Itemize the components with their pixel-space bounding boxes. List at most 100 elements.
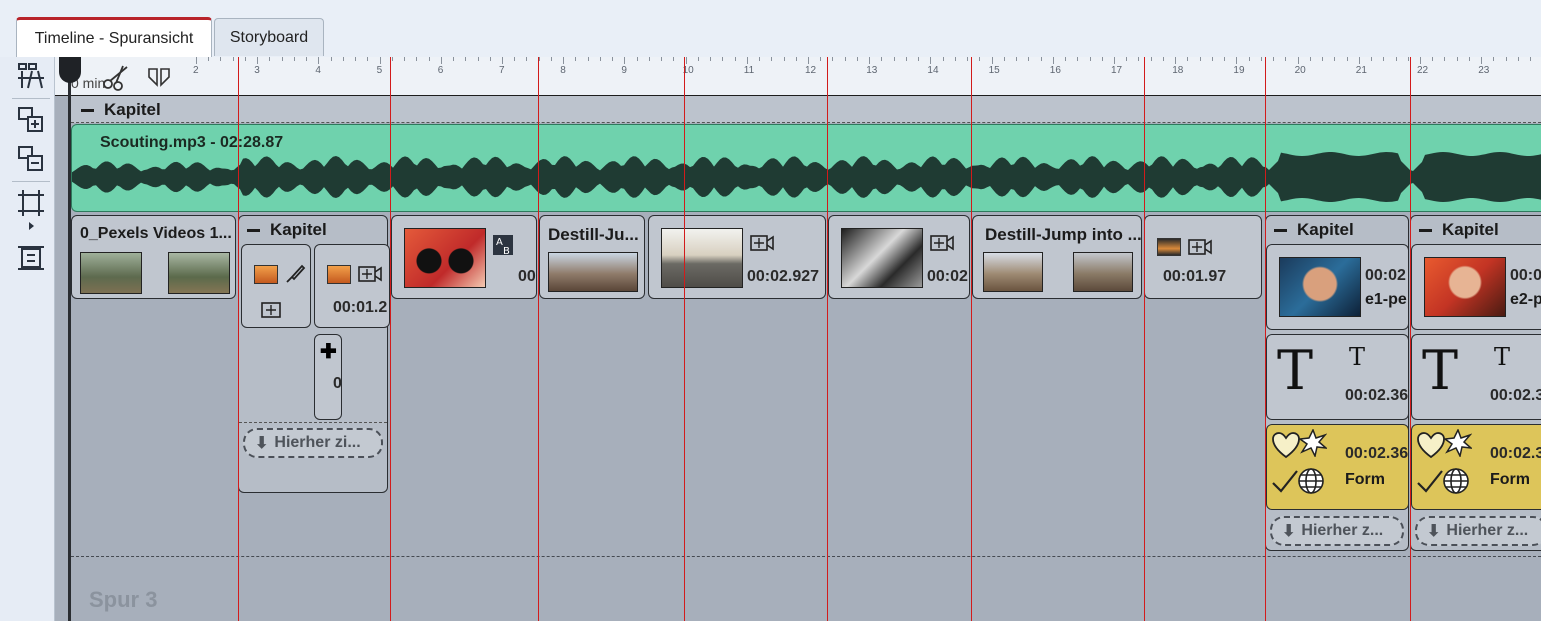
ruler-tick-label: 13 xyxy=(866,65,878,76)
playhead-handle[interactable] xyxy=(59,57,81,83)
ruler-tick xyxy=(293,57,295,61)
video-clip-road[interactable]: 00:02.927 xyxy=(648,215,826,299)
ruler-tick xyxy=(1175,57,1177,64)
ruler-tick xyxy=(379,57,381,64)
chapter-group-9[interactable]: Kapitel 00:02 e1-pe T T 00:02.36 00:02.3… xyxy=(1265,215,1409,551)
brush-icon xyxy=(284,263,306,290)
ruler-tick xyxy=(587,57,589,61)
arrow-down-icon: ⬇ xyxy=(255,435,269,452)
timeline-area[interactable]: 0 min 2 3 4 5 6 7 8 9 10 11 12 13 14 15 16 17 18 19 20 21 22… xyxy=(55,57,1541,621)
video-clip-sunglasses[interactable]: AB 00:02 xyxy=(391,215,537,299)
drop-here-zone[interactable]: ⬇ Hierher zi... xyxy=(243,428,383,458)
clip-thumbnail xyxy=(254,265,278,284)
chapter-bar[interactable]: Kapitel xyxy=(71,96,1541,123)
timeline-marker[interactable] xyxy=(1144,57,1145,621)
form-clip[interactable]: 00:02.36 Form xyxy=(1266,424,1409,510)
add-sub-clip[interactable]: ✚ 0 xyxy=(314,334,342,420)
video-clip-portrait[interactable]: 00:02 xyxy=(828,215,970,299)
text-clip[interactable]: T T 00:02.3 xyxy=(1411,334,1541,420)
timeline-marker[interactable] xyxy=(1410,57,1411,621)
drop-label: Hierher z... xyxy=(1446,522,1529,539)
video-clip[interactable]: 00:01.2 xyxy=(314,244,390,328)
pan-zoom-icon xyxy=(260,301,282,324)
ruler-tick xyxy=(1224,57,1226,61)
timeline-marker[interactable] xyxy=(238,57,239,621)
ruler-tick xyxy=(330,57,332,61)
ruler-tick xyxy=(563,57,565,64)
arrow-down-icon: ⬇ xyxy=(1282,523,1296,540)
chapter-group-10[interactable]: Kapitel 00:0 e2-p T T 00:02.3 00:02.3 Fo… xyxy=(1410,215,1541,551)
ruler-tick xyxy=(820,57,822,61)
tab-storyboard[interactable]: Storyboard xyxy=(214,18,324,56)
ruler-tick xyxy=(1065,57,1067,61)
checkmark-icon xyxy=(1271,469,1299,498)
ruler-tick xyxy=(220,57,222,61)
collapse-icon[interactable] xyxy=(1274,229,1287,233)
chapter-label: Kapitel xyxy=(104,100,161,119)
ruler-tick xyxy=(1395,57,1397,61)
plus-icon[interactable]: ✚ xyxy=(320,339,337,364)
ruler-tick xyxy=(306,57,308,61)
chapter-header: Kapitel xyxy=(1274,220,1354,240)
fit-frame-icon[interactable] xyxy=(15,187,47,219)
split-tracks-icon[interactable] xyxy=(15,60,47,92)
video-clip-pexels[interactable]: 0_Pexels Videos 1... xyxy=(71,215,236,299)
chapter-group-2[interactable]: Kapitel 00:01.2 ✚ 0 ⬇ Hierher zi... xyxy=(238,215,390,493)
ruler-tick xyxy=(881,57,883,61)
photo-clip[interactable]: 00:0 e2-p xyxy=(1411,244,1541,330)
clip-thumbnail xyxy=(168,252,230,294)
burst-icon xyxy=(1297,428,1329,462)
expand-arrow-icon[interactable] xyxy=(29,222,34,230)
time-ruler[interactable]: 0 min 2 3 4 5 6 7 8 9 10 11 12 13 14 15 16 17 18 19 20 21 22… xyxy=(55,57,1541,96)
transition-ab-icon: AB xyxy=(492,234,514,261)
timeline-marker[interactable] xyxy=(971,57,972,621)
svg-text:A: A xyxy=(496,237,503,248)
image-clip[interactable] xyxy=(241,244,311,328)
ruler-tick xyxy=(991,57,993,64)
timeline-marker[interactable] xyxy=(1265,57,1266,621)
text-small-icon: T xyxy=(1494,343,1511,371)
marker-split-icon[interactable] xyxy=(147,67,171,92)
ruler-tick xyxy=(661,57,663,61)
drop-here-zone[interactable]: ⬇ Hierher z... xyxy=(1270,516,1404,546)
add-group-icon[interactable] xyxy=(15,104,47,136)
collapse-icon[interactable] xyxy=(247,229,260,233)
video-clip-destill-jump[interactable]: Destill-Jump into ... xyxy=(972,215,1142,299)
ruler-tick-label: 20 xyxy=(1294,65,1306,76)
collapse-icon[interactable] xyxy=(1419,229,1432,233)
playhead[interactable] xyxy=(68,57,71,621)
ruler-tick xyxy=(710,57,712,61)
expand-frame-icon[interactable] xyxy=(15,242,47,274)
text-clip[interactable]: T T 00:02.36 xyxy=(1266,334,1409,420)
drop-here-zone[interactable]: ⬇ Hierher z... xyxy=(1415,516,1541,546)
tab-timeline[interactable]: Timeline - Spuransicht xyxy=(16,17,212,57)
ruler-tick xyxy=(734,57,736,61)
remove-group-icon[interactable] xyxy=(15,143,47,175)
timeline-marker[interactable] xyxy=(538,57,539,621)
audio-clip[interactable]: Scouting.mp3 - 02:28.87 xyxy=(71,124,1541,212)
timeline-marker[interactable] xyxy=(684,57,685,621)
globe-icon xyxy=(1297,467,1325,500)
timeline-marker[interactable] xyxy=(390,57,391,621)
ruler-tick xyxy=(1126,57,1128,61)
scissors-icon[interactable] xyxy=(101,63,131,96)
ruler-tick-label: 18 xyxy=(1172,65,1184,76)
ruler-tick xyxy=(1334,57,1336,61)
tab-bar: Timeline - Spuransicht Storyboard xyxy=(0,0,1541,58)
ruler-tick xyxy=(1089,57,1091,61)
ruler-tick xyxy=(1236,57,1238,64)
timeline-marker[interactable] xyxy=(827,57,828,621)
ruler-tick xyxy=(502,57,503,64)
video-clip-destill[interactable]: Destill-Ju... xyxy=(539,215,645,299)
video-clip-sunset[interactable]: 00:01.97 xyxy=(1144,215,1262,299)
collapse-icon[interactable] xyxy=(81,109,94,113)
form-clip[interactable]: 00:02.3 Form xyxy=(1411,424,1541,510)
ruler-tick xyxy=(526,57,528,61)
photo-clip[interactable]: 00:02 e1-pe xyxy=(1266,244,1409,330)
checkmark-icon xyxy=(1416,469,1444,498)
ruler-tick-label: 5 xyxy=(376,65,383,76)
chapter-label: Kapitel xyxy=(1442,220,1499,239)
ruler-tick xyxy=(954,57,956,61)
svg-text:B: B xyxy=(503,246,510,256)
ruler-tick xyxy=(1162,57,1164,61)
